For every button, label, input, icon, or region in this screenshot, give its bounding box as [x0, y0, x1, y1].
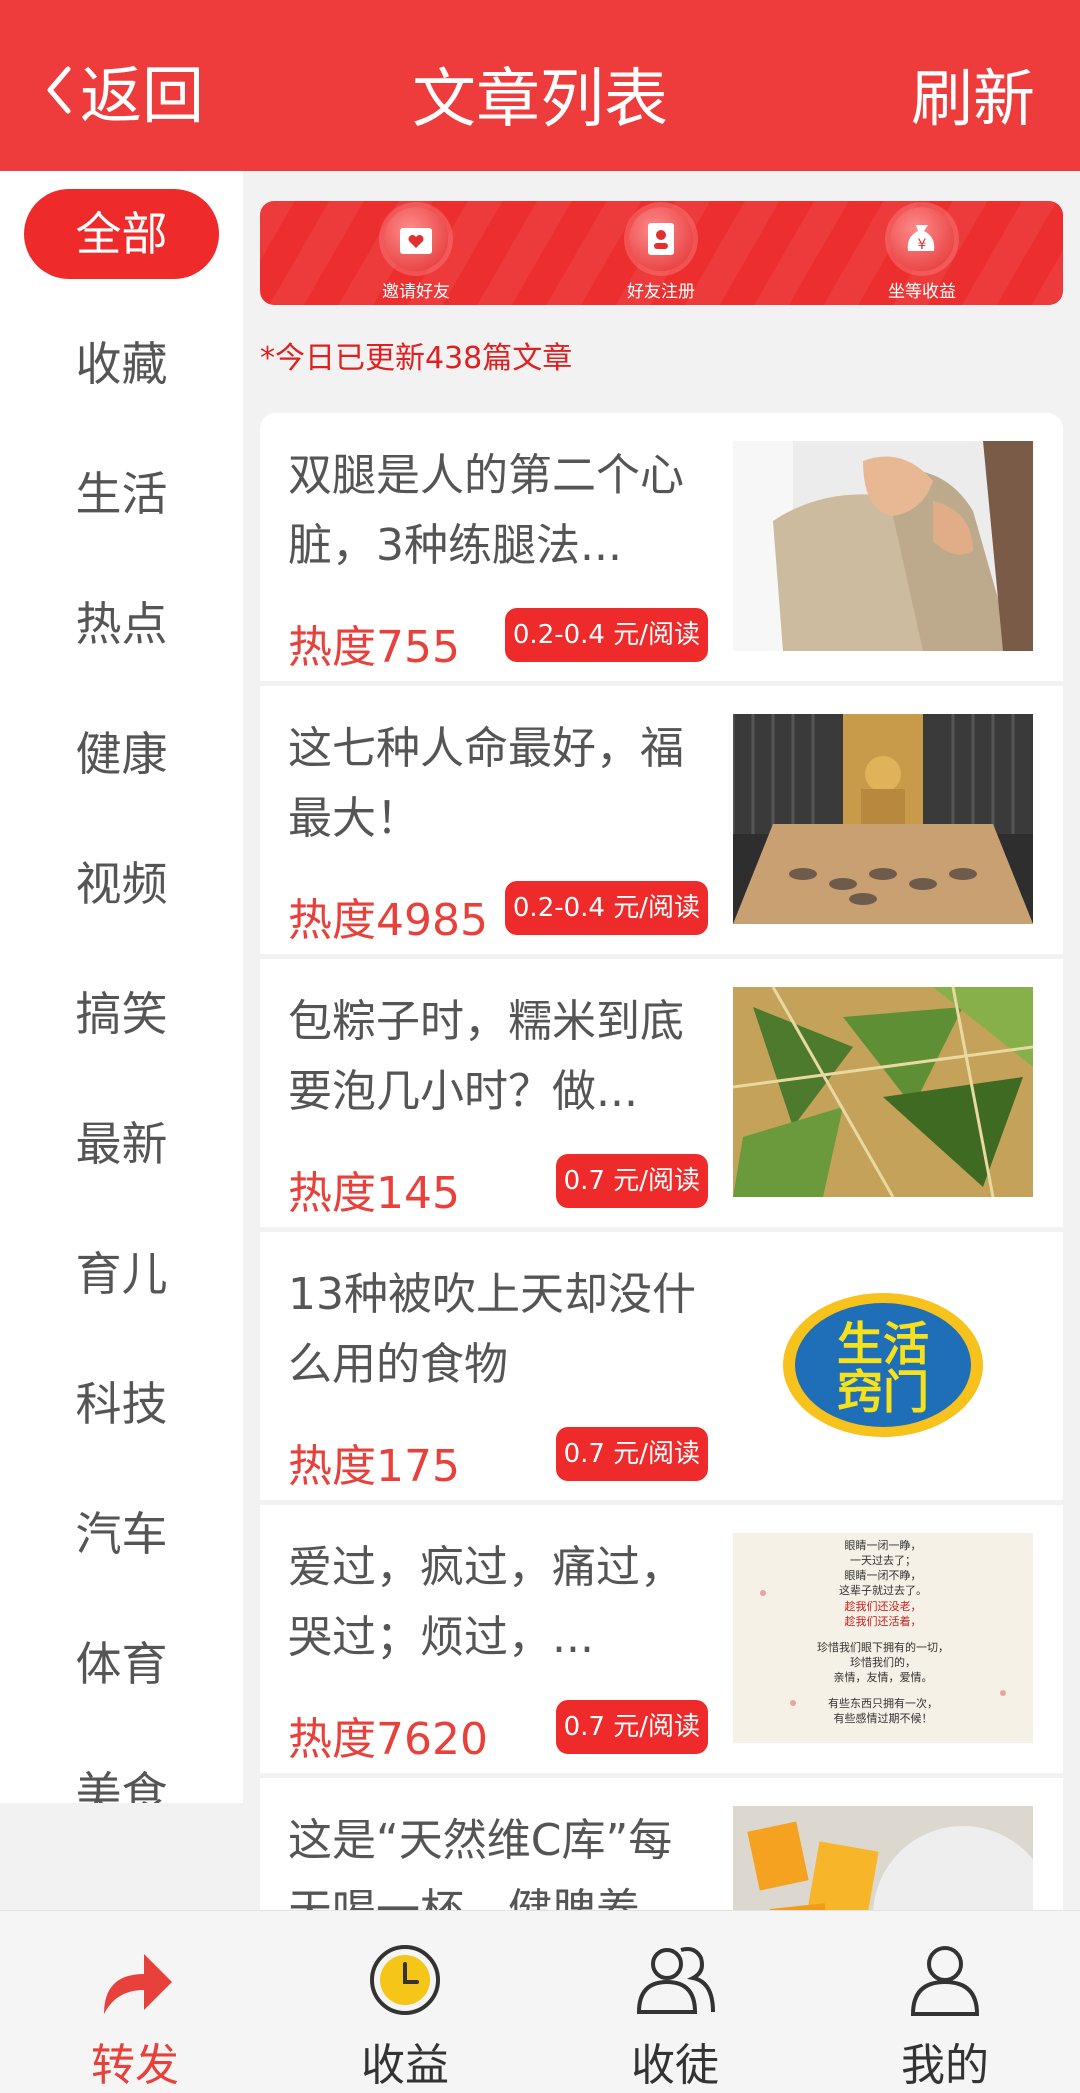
sidebar-item-video[interactable]: 视频: [0, 839, 243, 929]
article-thumbnail: [733, 987, 1033, 1197]
tab-mine[interactable]: 我的: [845, 1911, 1045, 2092]
poem-line: 眼睛一闭一睁，: [845, 1539, 922, 1552]
banner-label: 好友注册: [627, 282, 695, 302]
invite-banner[interactable]: 邀请好友 好友注册 ¥ 坐等收益: [260, 201, 1063, 305]
category-sidebar: 全部 收藏 生活 热点 健康 视频 搞笑 最新 育儿 科技 汽车 体育 美食: [0, 171, 243, 1803]
article-title: 爱过，疯过，痛过，哭过；烦过，...: [288, 1542, 684, 1663]
poem-line: 有些感情过期不候！: [834, 1711, 933, 1725]
sidebar-item-health[interactable]: 健康: [0, 709, 243, 799]
article-card[interactable]: 包粽子时，糯米到底要泡几小时？做... 热度145 0.7 元/阅读: [260, 959, 1063, 1227]
sidebar-item-life[interactable]: 生活: [0, 449, 243, 539]
poem-line: 一天过去了；: [850, 1554, 916, 1567]
sidebar-item-hot[interactable]: 热点: [0, 579, 243, 669]
article-price-badge: 0.7 元/阅读: [555, 1427, 708, 1481]
article-card[interactable]: 爱过，疯过，痛过，哭过；烦过，... 热度7620 0.7 元/阅读 眼睛一闭一…: [260, 1505, 1063, 1773]
tab-label: 我的: [901, 2040, 989, 2091]
banner-label: 坐等收益: [888, 282, 956, 302]
banner-invite-friends[interactable]: 邀请好友: [341, 201, 491, 305]
article-list-area[interactable]: 邀请好友 好友注册 ¥ 坐等收益 *今日已更新438篇文章 双腿是人的第二个心脏…: [243, 171, 1080, 1910]
article-card[interactable]: 13种被吹上天却没什么用的食物 热度175 0.7 元/阅读 生活 窍门: [260, 1232, 1063, 1500]
article-thumbnail: 眼睛一闭一睁， 一天过去了； 眼睛一闭不睁， 这辈子就过去了。 趁我们还没老， …: [733, 1533, 1033, 1743]
article-heat: 热度7620: [288, 1714, 488, 1765]
logo-text: 生活: [837, 1317, 929, 1371]
tab-earnings[interactable]: 收益: [305, 1911, 505, 2092]
sidebar-item-parenting[interactable]: 育儿: [0, 1229, 243, 1319]
update-notice: *今日已更新438篇文章: [260, 341, 573, 376]
poem-line: 有些东西只拥有一次，: [828, 1696, 938, 1710]
sidebar-item-auto[interactable]: 汽车: [0, 1489, 243, 1579]
banner-friend-register[interactable]: 好友注册: [586, 201, 736, 305]
article-title: 这七种人命最好，福最大！: [288, 723, 684, 844]
svg-text:¥: ¥: [918, 237, 927, 253]
clock-coin-icon: [370, 1945, 440, 2015]
article-price-badge: 0.2-0.4 元/阅读: [504, 608, 708, 662]
tab-label: 转发: [91, 2040, 179, 2091]
poem-line: 亲情，友情，爱情。: [834, 1670, 933, 1684]
sidebar-item-tech[interactable]: 科技: [0, 1359, 243, 1449]
article-heat: 热度175: [288, 1441, 460, 1492]
poem-line: 眼睛一闭不睁，: [845, 1569, 922, 1582]
article-title: 包粽子时，糯米到底要泡几小时？做...: [288, 996, 684, 1117]
sidebar-item-food[interactable]: 美食: [0, 1749, 243, 1803]
article-thumbnail: [733, 714, 1033, 924]
tab-label: 收徒: [631, 2040, 719, 2091]
poem-line: 珍惜我们的，: [850, 1655, 916, 1669]
refresh-button[interactable]: 刷新: [911, 48, 1035, 138]
article-thumbnail: [733, 1806, 1033, 1910]
article-heat: 热度755: [288, 622, 460, 673]
share-arrow-icon: [104, 1954, 172, 2014]
banner-label: 邀请好友: [382, 282, 450, 302]
sidebar-item-funny[interactable]: 搞笑: [0, 969, 243, 1059]
article-title: 双腿是人的第二个心脏，3种练腿法...: [288, 450, 684, 571]
article-price-badge: 0.7 元/阅读: [555, 1154, 708, 1208]
article-title: 13种被吹上天却没什么用的食物: [288, 1269, 696, 1390]
sidebar-item-favorites[interactable]: 收藏: [0, 319, 243, 409]
poem-line: 珍惜我们眼下拥有的一切，: [817, 1640, 949, 1654]
poem-line: 这辈子就过去了。: [839, 1583, 927, 1597]
two-users-icon: [636, 1947, 715, 2014]
top-nav-bar: 返回 文章列表 刷新: [0, 0, 1080, 171]
article-heat: 热度145: [288, 1168, 460, 1219]
tab-label: 收益: [361, 2040, 449, 2091]
article-thumbnail: [733, 441, 1033, 651]
user-icon: [910, 1946, 980, 2016]
poem-line: 趁我们还没老，: [845, 1599, 922, 1613]
envelope-heart-icon: [384, 207, 448, 271]
tab-apprentice[interactable]: 收徒: [575, 1911, 775, 2092]
article-heat: 热度4985: [288, 895, 488, 946]
sidebar-item-latest[interactable]: 最新: [0, 1099, 243, 1189]
id-card-icon: [629, 207, 693, 271]
article-thumbnail: 生活 窍门: [733, 1260, 1033, 1470]
sidebar-item-all[interactable]: 全部: [24, 189, 219, 279]
article-card[interactable]: 双腿是人的第二个心脏，3种练腿法... 热度755 0.2-0.4 元/阅读: [260, 413, 1063, 681]
money-bag-icon: ¥: [890, 207, 954, 271]
article-title: 这是“天然维C库”每天喝一杯，健脾养...: [288, 1815, 682, 1910]
article-card[interactable]: 这是“天然维C库”每天喝一杯，健脾养...: [260, 1778, 1063, 1910]
poem-line: 趁我们还活着，: [845, 1614, 922, 1628]
article-card[interactable]: 这七种人命最好，福最大！ 热度4985 0.2-0.4 元/阅读: [260, 686, 1063, 954]
bottom-tab-bar: 转发 收益 收徒 我的: [0, 1910, 1080, 2092]
sidebar-item-sports[interactable]: 体育: [0, 1619, 243, 1709]
article-price-badge: 0.7 元/阅读: [555, 1700, 708, 1754]
banner-wait-earnings[interactable]: ¥ 坐等收益: [847, 201, 997, 305]
tab-share[interactable]: 转发: [35, 1911, 235, 2092]
article-price-badge: 0.2-0.4 元/阅读: [504, 881, 708, 935]
logo-text: 窍门: [837, 1365, 929, 1419]
